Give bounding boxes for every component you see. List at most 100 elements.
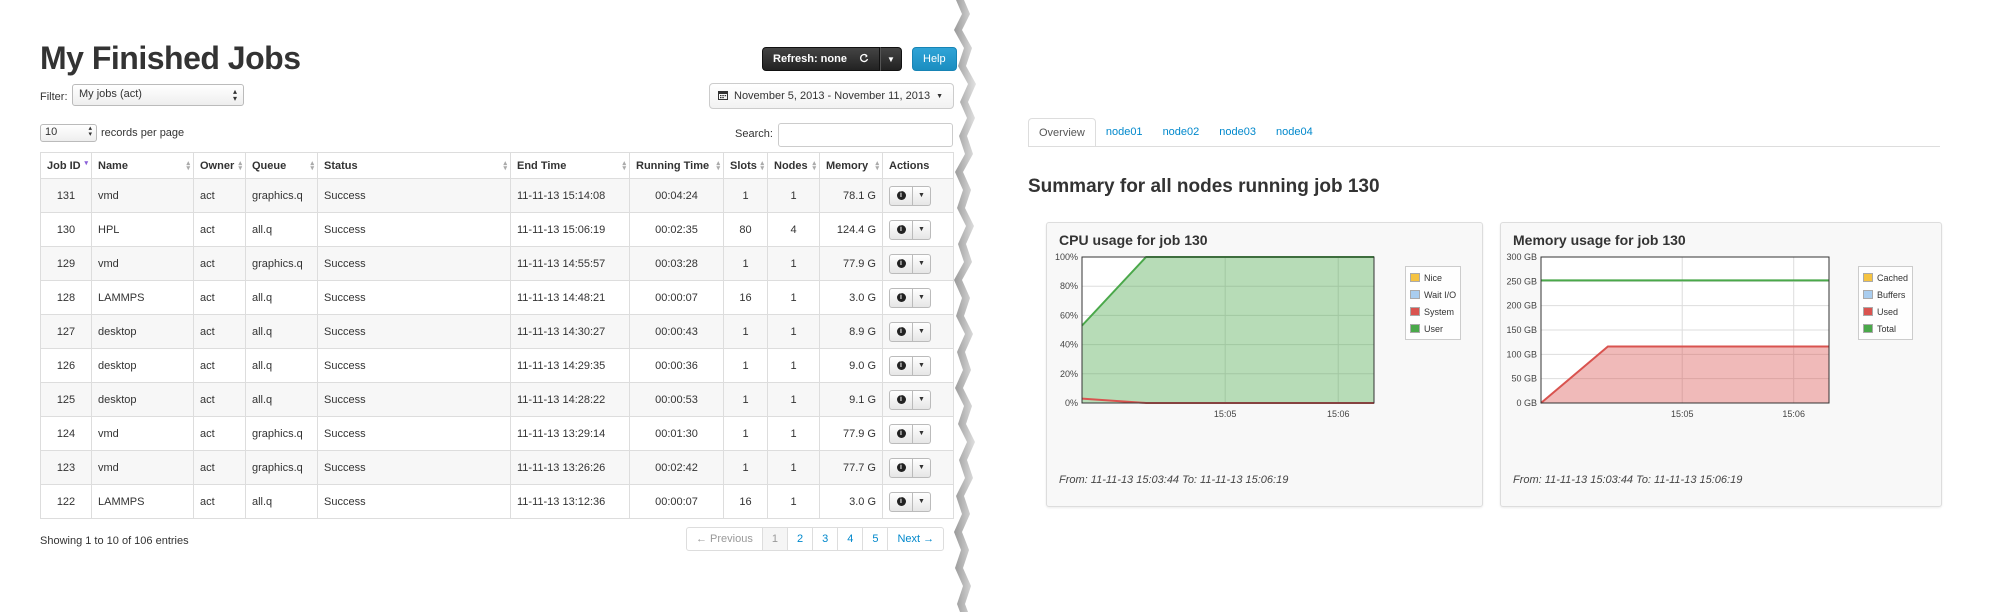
memory-usage-card: Memory usage for job 130 0 GB 50 GB 100 GB… [1500,222,1942,507]
pager-next[interactable]: Next → [887,528,943,550]
info-icon: i [896,191,906,200]
running-time-cell: 00:03:28 [629,246,724,281]
legend-swatch [1410,273,1420,282]
job-info-button[interactable]: i [889,287,913,308]
job-info-button[interactable]: i [889,253,913,274]
column-header-name[interactable]: Name ▴ ▾ [91,152,194,179]
sort-icon: ▴ ▾ [186,160,190,172]
job-actions-dropdown[interactable]: ▼ [913,457,931,478]
tab-node02[interactable]: node02 [1153,118,1210,146]
legend-item: System [1410,303,1456,320]
job-actions-dropdown[interactable]: ▼ [913,491,931,512]
job-actions-dropdown[interactable]: ▼ [913,321,931,342]
column-header-owner[interactable]: Owner ▴ ▾ [193,152,246,179]
x-tick-label: 15:06 [1782,409,1805,419]
row-actions: i ▼ [889,389,947,410]
pager-page-3[interactable]: 3 [812,528,837,550]
job-id-cell: 126 [40,348,92,383]
owner-cell: act [193,382,246,417]
queue-cell: graphics.q [245,416,318,451]
calendar-icon [718,90,728,103]
pager-page-5[interactable]: 5 [862,528,887,550]
pager-previous[interactable]: ← Previous [687,528,762,550]
row-actions: i ▼ [889,185,947,206]
slots-cell: 1 [723,314,768,349]
column-header-end-time[interactable]: End Time ▴ ▾ [510,152,630,179]
job-actions-dropdown[interactable]: ▼ [913,355,931,376]
column-header-running-time[interactable]: Running Time ▴ ▾ [629,152,724,179]
job-actions-dropdown[interactable]: ▼ [913,253,931,274]
running-time-cell: 00:02:35 [629,212,724,247]
job-actions-dropdown[interactable]: ▼ [913,389,931,410]
pager-page-1[interactable]: 1 [761,528,787,550]
nodes-cell: 4 [767,212,820,247]
running-time-cell: 00:01:30 [629,416,724,451]
legend-swatch [1410,324,1420,333]
cpu-usage-card: CPU usage for job 130 0% 20% 40% 60% 80% 100%… [1046,222,1483,507]
memory-cell: 3.0 G [819,280,883,315]
column-header-slots[interactable]: Slots ▴ ▾ [723,152,768,179]
pager-page-4[interactable]: 4 [837,528,862,550]
slots-cell: 1 [723,178,768,213]
end-time-cell: 11-11-13 13:29:14 [510,416,630,451]
search-label: Search: [735,128,773,140]
per-page-label: records per page [101,127,185,139]
job-info-button[interactable]: i [889,321,913,342]
table-row: 131 vmd act graphics.q Success 11-11-13 15:14… [40,178,954,213]
column-header-nodes[interactable]: Nodes ▴ ▾ [767,152,820,179]
job-info-button[interactable]: i [889,423,913,444]
nodes-cell: 1 [767,246,820,281]
slots-cell: 1 [723,450,768,485]
column-header-memory[interactable]: Memory ▴ ▾ [819,152,883,179]
per-page-select[interactable]: 10 ▴ ▾ [40,124,97,142]
status-cell: Success [317,348,511,383]
column-header-status[interactable]: Status ▴ ▾ [317,152,511,179]
filter-select[interactable]: My jobs (act) ▴ ▾ [72,84,244,106]
memory-cell: 8.9 G [819,314,883,349]
job-info-button[interactable]: i [889,491,913,512]
tab-overview[interactable]: Overview [1028,118,1096,146]
legend-label: Total [1877,323,1897,334]
legend-item: Used [1863,303,1908,320]
node-tabs: Overview node01 node02 node03 node04 [1028,118,1323,146]
job-name-cell: LAMMPS [91,280,194,315]
nodes-cell: 1 [767,484,820,519]
caret-down-icon: ▼ [918,294,925,301]
tab-node03[interactable]: node03 [1209,118,1266,146]
queue-cell: graphics.q [245,178,318,213]
slots-cell: 16 [723,280,768,315]
job-info-button[interactable]: i [889,389,913,410]
nodes-cell: 1 [767,314,820,349]
pager-page-2[interactable]: 2 [786,528,812,550]
end-time-cell: 11-11-13 13:12:36 [510,484,630,519]
pagination: ← Previous 1 2 3 4 5 Next → [686,527,945,551]
status-cell: Success [317,382,511,417]
column-header-queue[interactable]: Queue ▴ ▾ [245,152,318,179]
job-actions-dropdown[interactable]: ▼ [913,287,931,308]
refresh-dropdown-button[interactable]: ▼ [879,47,902,71]
job-actions-dropdown[interactable]: ▼ [913,185,931,206]
column-header-job-id[interactable]: Job ID ▾ [40,152,92,179]
job-id-cell: 130 [40,212,92,247]
date-range-picker[interactable]: November 5, 2013 - November 11, 2013 ▼ [709,83,954,109]
y-tick-label: 200 GB [1506,301,1537,311]
running-time-cell: 00:00:43 [629,314,724,349]
job-info-button[interactable]: i [889,355,913,376]
search-input[interactable] [778,123,953,147]
tab-node04[interactable]: node04 [1266,118,1323,146]
job-info-button[interactable]: i [889,185,913,206]
tab-node01[interactable]: node01 [1096,118,1153,146]
row-actions: i ▼ [889,219,947,240]
refresh-button[interactable]: Refresh: none [762,47,880,71]
job-info-button[interactable]: i [889,457,913,478]
memory-cell: 77.9 G [819,416,883,451]
slots-cell: 1 [723,382,768,417]
job-actions-dropdown[interactable]: ▼ [913,423,931,444]
job-actions-dropdown[interactable]: ▼ [913,219,931,240]
job-info-button[interactable]: i [889,219,913,240]
owner-cell: act [193,484,246,519]
filter-value: My jobs (act) [79,88,142,100]
table-row: 125 desktop act all.q Success 11-11-13 14:28:… [40,382,954,417]
end-time-cell: 11-11-13 13:26:26 [510,450,630,485]
caret-down-icon: ▼ [918,328,925,335]
